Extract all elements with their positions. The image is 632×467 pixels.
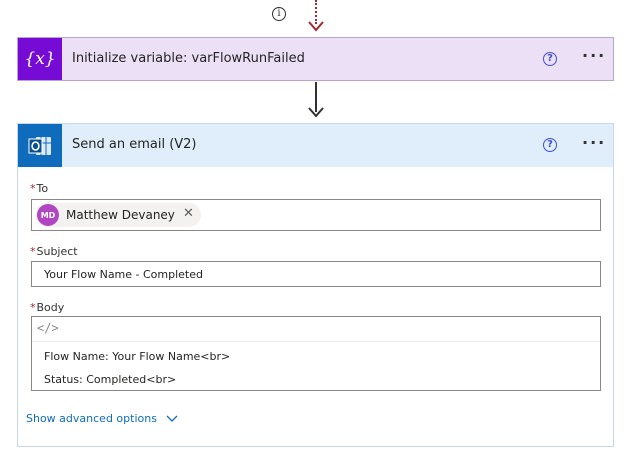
code-view-icon[interactable]: </> — [37, 321, 59, 335]
arrow-down-icon — [308, 107, 324, 118]
body-field[interactable]: </> Flow Name: Your Flow Name<br> Status… — [31, 316, 601, 391]
body-label: *Body — [30, 301, 64, 314]
card-header[interactable]: Send an email (V2) ? ··· — [18, 124, 613, 167]
info-icon[interactable]: i — [272, 7, 286, 21]
recipient-name: Matthew Devaney — [66, 208, 175, 222]
card-title[interactable]: Send an email (V2) — [72, 124, 197, 166]
chevron-down-icon — [166, 415, 178, 422]
subject-value: Your Flow Name - Completed — [44, 268, 203, 281]
variable-icon: {x} — [18, 38, 62, 80]
body-label-text: Body — [36, 301, 65, 314]
avatar: MD — [37, 204, 59, 226]
more-options-button[interactable]: ··· — [582, 46, 606, 65]
body-divider — [32, 341, 600, 342]
help-icon[interactable]: ? — [543, 52, 557, 66]
show-advanced-options-link[interactable]: Show advanced options — [26, 412, 178, 425]
help-icon[interactable]: ? — [543, 138, 557, 152]
required-marker: * — [30, 301, 36, 314]
outlook-icon — [18, 124, 62, 167]
subject-label: *Subject — [30, 245, 78, 258]
subject-field[interactable]: Your Flow Name - Completed — [31, 261, 601, 287]
more-options-button[interactable]: ··· — [582, 133, 606, 152]
card-title[interactable]: Initialize variable: varFlowRunFailed — [72, 38, 305, 80]
recipient-chip[interactable]: MD Matthew Devaney ✕ — [36, 203, 201, 227]
required-marker: * — [30, 245, 36, 258]
arrow-down-icon — [308, 21, 324, 32]
remove-recipient-icon[interactable]: ✕ — [183, 206, 194, 221]
body-line: Flow Name: Your Flow Name<br> — [44, 350, 231, 363]
to-field[interactable]: MD Matthew Devaney ✕ — [31, 199, 601, 231]
subject-label-text: Subject — [36, 245, 78, 258]
initialize-variable-card[interactable]: {x} Initialize variable: varFlowRunFaile… — [17, 37, 614, 81]
required-marker: * — [30, 182, 36, 195]
to-label-text: To — [36, 182, 49, 195]
to-label: *To — [30, 182, 48, 195]
send-email-card: Send an email (V2) ? ··· *To MD Matthew … — [17, 123, 614, 447]
advanced-options-label: Show advanced options — [26, 412, 157, 425]
body-line: Status: Completed<br> — [44, 373, 177, 386]
